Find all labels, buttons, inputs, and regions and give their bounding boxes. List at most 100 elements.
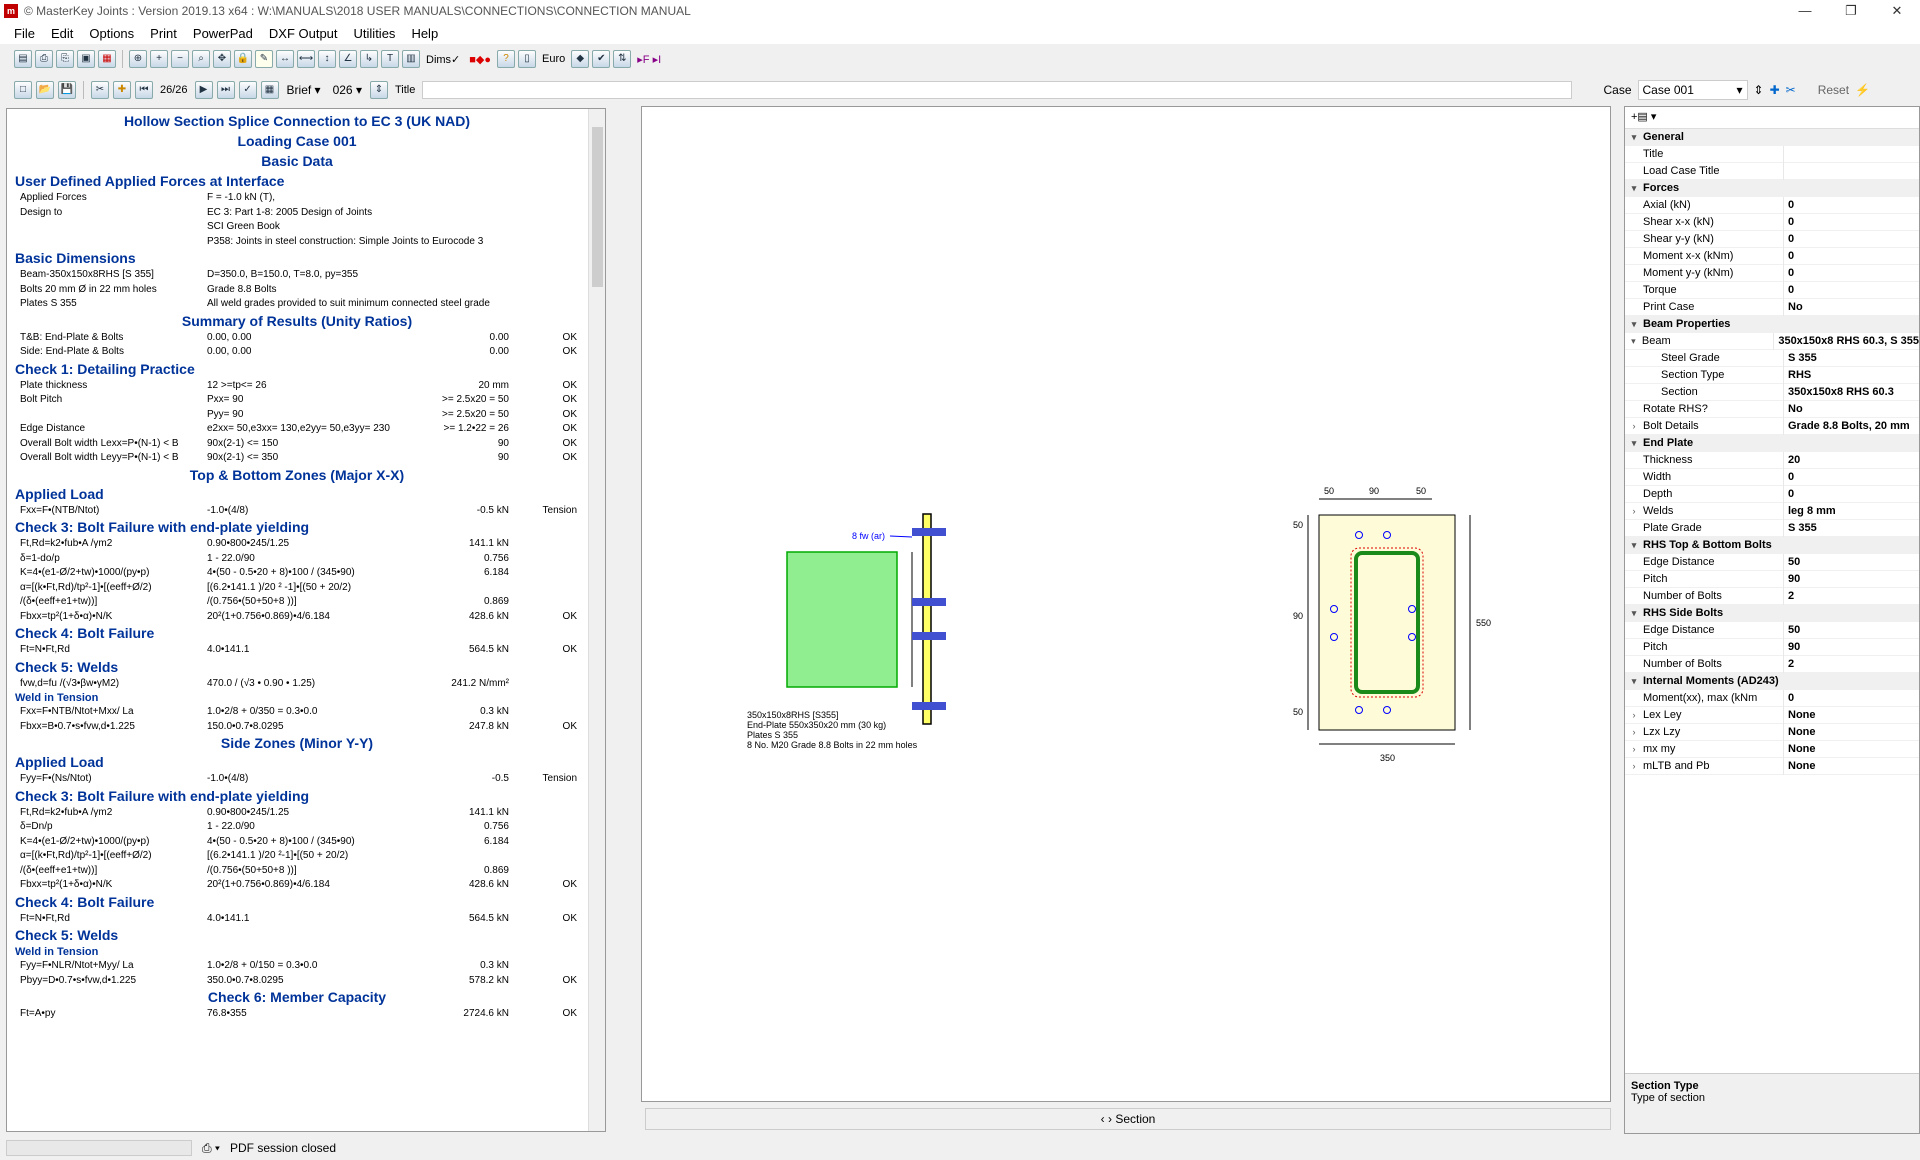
view-arrows-icon[interactable]: ‹ › [1101,1112,1112,1126]
property-row[interactable]: Shear y-y (kN) 0 [1625,230,1919,248]
property-value[interactable]: RHS [1783,366,1919,384]
property-value[interactable]: 50 [1783,553,1919,571]
property-row[interactable]: Title [1625,145,1919,163]
property-value[interactable]: No [1783,298,1919,316]
first-page-icon[interactable]: ⏮ [135,81,153,99]
property-value[interactable]: No [1783,400,1919,418]
property-row[interactable]: Shear x-x (kN) 0 [1625,213,1919,231]
collapse-icon[interactable]: ▾ [1625,438,1643,449]
property-row[interactable]: Width 0 [1625,468,1919,486]
last-page-icon[interactable]: ⏭ [216,81,235,99]
property-value[interactable]: 0 [1783,247,1919,265]
open-icon[interactable]: 📂 [36,81,54,99]
minimize-button[interactable]: — [1782,0,1828,22]
dim-angle-icon[interactable]: ∠ [339,50,357,68]
property-value[interactable]: 90 [1783,570,1919,588]
collapse-icon[interactable]: ▾ [1625,132,1643,143]
property-row[interactable]: Print Case No [1625,298,1919,316]
property-row[interactable]: Axial (kN) 0 [1625,196,1919,214]
export-icon[interactable]: ▣ [77,50,95,68]
property-row[interactable]: Load Case Title [1625,162,1919,180]
view-selector[interactable]: ‹ › Section [645,1108,1611,1130]
property-category[interactable]: ▾ Forces [1625,180,1919,197]
zoom-all-icon[interactable]: ⊕ [129,50,147,68]
menu-utilities[interactable]: Utilities [346,26,404,41]
property-row[interactable]: Number of Bolts 2 [1625,655,1919,673]
pan-icon[interactable]: ✥ [213,50,231,68]
property-category[interactable]: ▾ Beam Properties [1625,316,1919,333]
property-row[interactable]: Plate Grade S 355 [1625,519,1919,537]
check-icon[interactable]: ✔ [592,50,611,68]
next-page-icon[interactable]: ▶ [194,81,213,99]
property-value[interactable]: 50 [1783,621,1919,639]
collapse-icon[interactable]: ▾ [1625,540,1643,551]
property-value[interactable]: 0 [1783,230,1919,248]
property-value[interactable]: 2 [1783,587,1919,605]
lightning-icon[interactable]: ⚡ [1855,83,1870,97]
case-dropdown[interactable]: Case 001 ▾ [1637,80,1748,100]
help-icon[interactable]: ? [497,50,516,68]
expand-icon[interactable]: › [1625,506,1643,516]
printer-icon[interactable]: ⎙ ▾ [202,1141,220,1156]
expand-icon[interactable]: ▾ [1625,336,1642,347]
property-row[interactable]: › mLTB and Pb None [1625,757,1919,775]
property-row[interactable]: Thickness 20 [1625,451,1919,469]
property-value[interactable]: None [1783,757,1919,775]
scrollbar-thumb[interactable] [592,127,603,287]
close-button[interactable]: ✕ [1874,0,1920,22]
print-setup-icon[interactable]: ⎘ [56,50,74,68]
properties-toolbar[interactable]: +▤ ▾ [1625,107,1919,129]
title-input[interactable] [422,81,1573,99]
property-value[interactable] [1783,145,1919,163]
property-category[interactable]: ▾ General [1625,129,1919,146]
print-icon[interactable]: ⎙ [35,50,53,68]
leader-icon[interactable]: ↳ [360,50,378,68]
restore-button[interactable]: ❐ [1828,0,1874,22]
save-disk-icon[interactable]: ▦ [260,81,279,99]
property-row[interactable]: Torque 0 [1625,281,1919,299]
menu-powerpad[interactable]: PowerPad [185,26,261,41]
property-category[interactable]: ▾ RHS Top & Bottom Bolts [1625,537,1919,554]
property-row[interactable]: Pitch 90 [1625,638,1919,656]
property-value[interactable]: S 355 [1783,349,1919,367]
layer-icon[interactable]: ▥ [402,50,420,68]
property-value[interactable]: S 355 [1783,519,1919,537]
property-row[interactable]: Edge Distance 50 [1625,553,1919,571]
property-value[interactable]: None [1783,723,1919,741]
expand-icon[interactable]: › [1625,727,1643,737]
property-value[interactable]: 2 [1783,655,1919,673]
reset-button[interactable]: Reset [1818,83,1849,97]
property-row[interactable]: ▾ Beam 350x150x8 RHS 60.3, S 355 [1625,332,1919,350]
menu-help[interactable]: Help [403,26,446,41]
dim-vertical-icon[interactable]: ↕ [318,50,336,68]
zoom-out-icon[interactable]: − [171,50,189,68]
property-value[interactable]: 0 [1783,264,1919,282]
expand-icon[interactable]: › [1625,761,1643,771]
property-row[interactable]: Moment y-y (kNm) 0 [1625,264,1919,282]
property-value[interactable]: 350x150x8 RHS 60.3 [1783,383,1919,401]
menu-options[interactable]: Options [81,26,142,41]
menu-file[interactable]: File [6,26,43,41]
dim-horizontal-icon[interactable]: ⟷ [297,50,315,68]
property-row[interactable]: Number of Bolts 2 [1625,587,1919,605]
property-value[interactable]: 0 [1783,468,1919,486]
pdf-icon[interactable]: ▦ [98,50,116,68]
add-icon[interactable]: ✚ [113,81,131,99]
dims-toggle[interactable]: Dims✓ [423,53,463,66]
property-category[interactable]: ▾ Internal Moments (AD243) [1625,673,1919,690]
property-row[interactable]: › mx my None [1625,740,1919,758]
delete-case-icon[interactable]: ✂ [1786,83,1796,97]
add-case-icon[interactable]: ✚ [1770,83,1780,97]
report-scrollbar[interactable] [588,109,605,1131]
property-value[interactable]: 0 [1783,196,1919,214]
sort-icon[interactable]: ⇅ [613,50,632,68]
brief-dropdown[interactable]: Brief ▾ [283,83,325,97]
property-row[interactable]: Moment(xx), max (kNm 0 [1625,689,1919,707]
property-category[interactable]: ▾ End Plate [1625,435,1919,452]
lock-icon[interactable]: 🔒 [234,50,252,68]
property-value[interactable]: 0 [1783,213,1919,231]
property-value[interactable]: 20 [1783,451,1919,469]
collapse-icon[interactable]: ▾ [1625,676,1643,687]
new-icon[interactable]: □ [14,81,32,99]
property-row[interactable]: Section 350x150x8 RHS 60.3 [1625,383,1919,401]
